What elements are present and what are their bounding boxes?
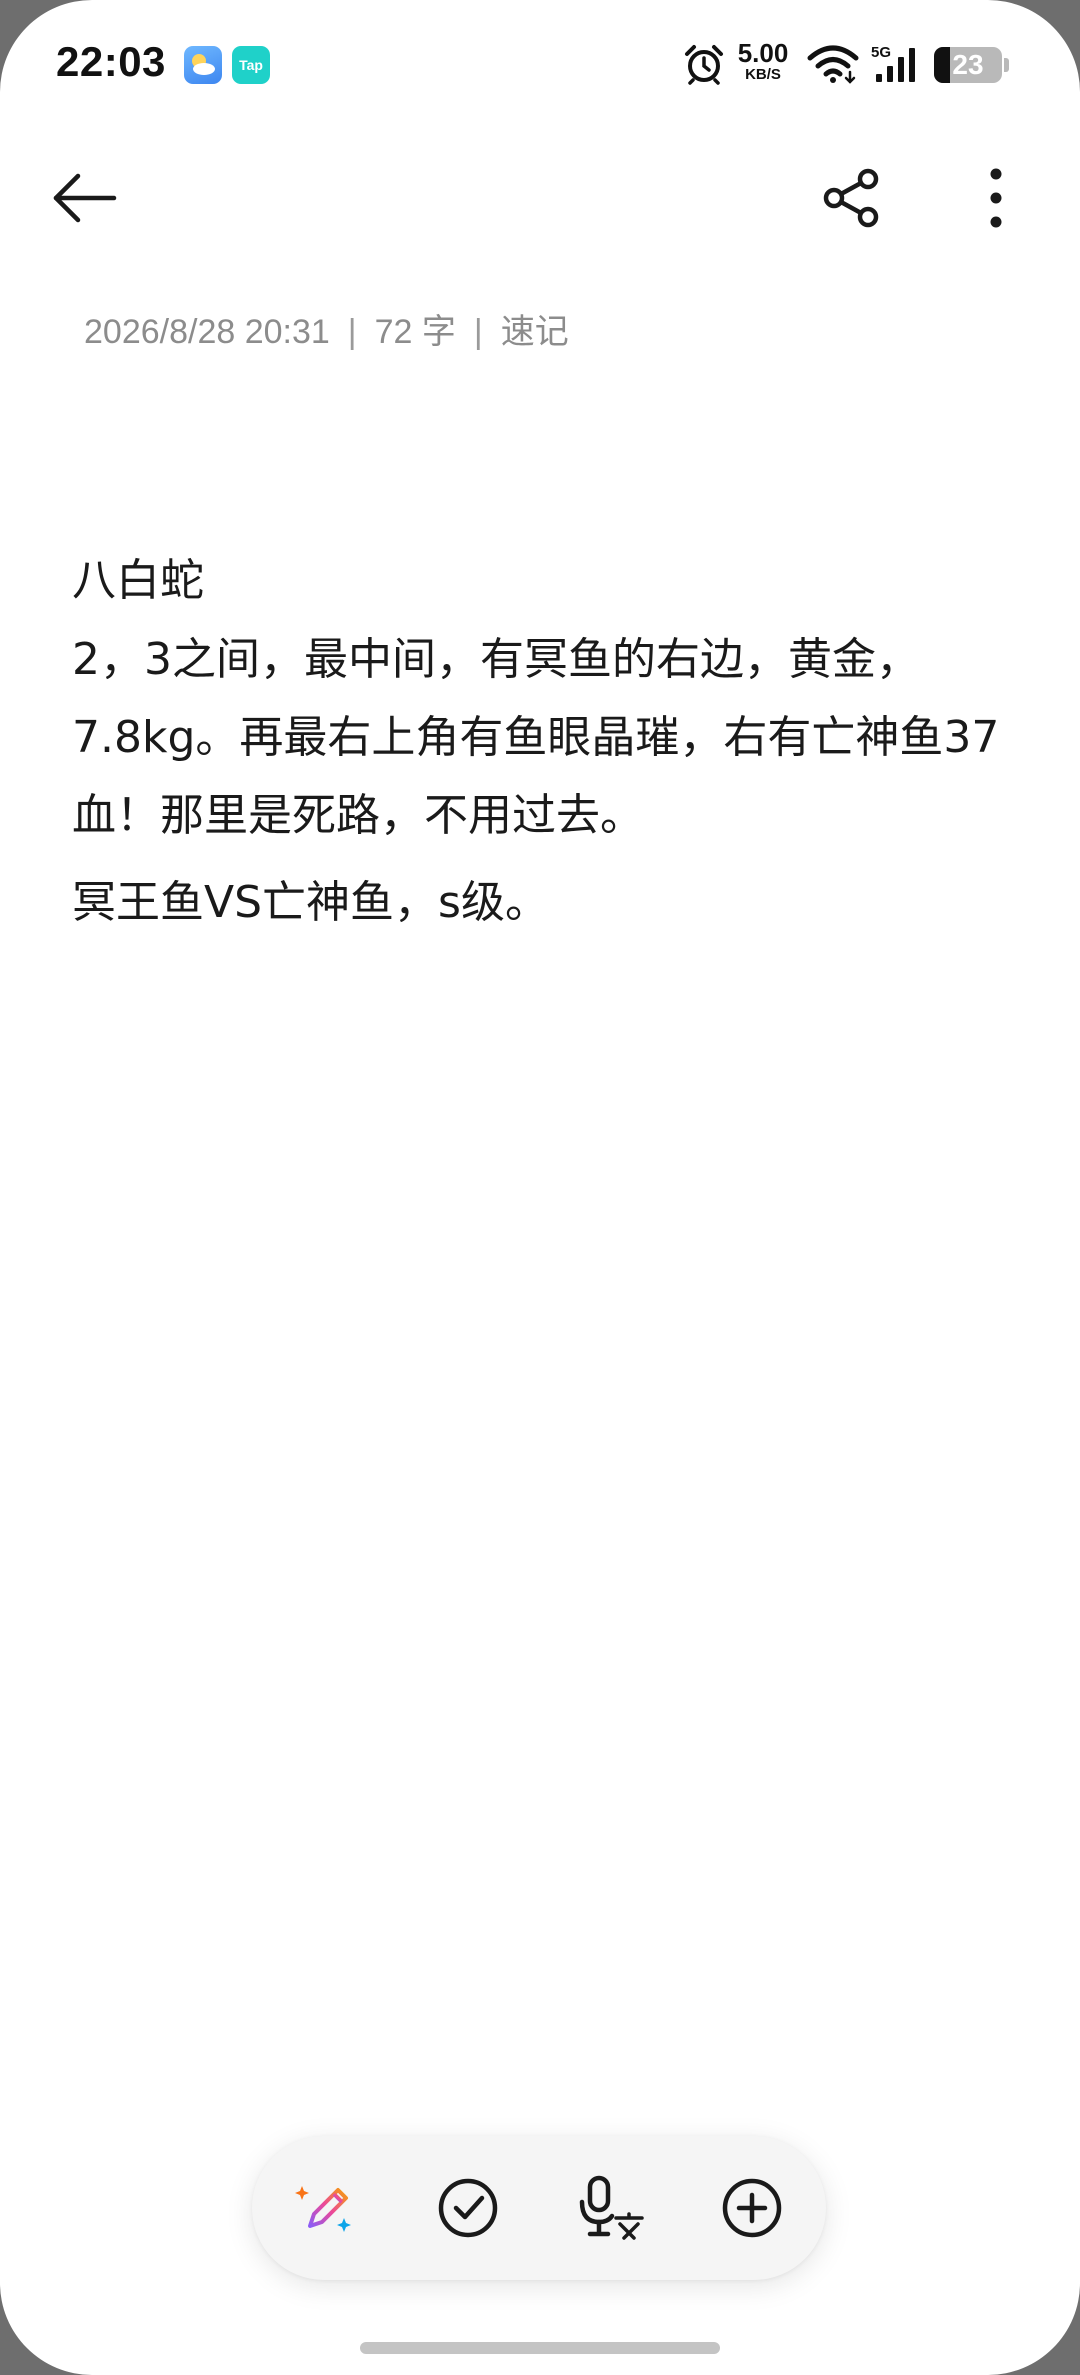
- note-editor[interactable]: 八白蛇 2，3之间，最中间，有冥鱼的右边，黄金，7.8kg。再最右上角有鱼眼晶璀…: [72, 545, 1012, 939]
- editor-toolbar: [252, 2136, 826, 2280]
- check-circle-icon: [438, 2178, 498, 2238]
- mic-translate-icon: [579, 2175, 644, 2240]
- note-paragraph[interactable]: 2，3之间，最中间，有冥鱼的右边，黄金，7.8kg。再最右上角有鱼眼晶璀，右有亡…: [72, 621, 1012, 855]
- tap-app-icon: Tap: [232, 46, 270, 84]
- plus-circle-icon: [722, 2178, 782, 2238]
- note-category[interactable]: 速记: [501, 313, 569, 351]
- home-indicator[interactable]: [360, 2342, 720, 2354]
- more-options-button[interactable]: [948, 150, 1044, 246]
- note-paragraph[interactable]: 冥王鱼VS亡神鱼，s级。: [72, 867, 1012, 939]
- note-word-count: 72 字: [374, 313, 456, 351]
- back-button[interactable]: [36, 150, 132, 246]
- voice-input-button[interactable]: [562, 2158, 662, 2258]
- more-vertical-icon: [990, 168, 1002, 228]
- note-title[interactable]: 八白蛇: [72, 545, 1012, 617]
- share-button[interactable]: [804, 150, 900, 246]
- network-speed-unit: KB/S: [745, 66, 781, 83]
- battery-cap: [1004, 58, 1009, 72]
- share-icon: [823, 168, 879, 228]
- add-button[interactable]: [702, 2158, 802, 2258]
- meta-separator: |: [473, 313, 483, 351]
- network-speed-value: 5.00: [737, 38, 789, 68]
- ai-pen-icon: [295, 2186, 351, 2232]
- signal-icon: [876, 48, 915, 82]
- battery-indicator: 23: [934, 47, 1002, 83]
- status-time: 22:03: [56, 38, 166, 85]
- note-meta: 2026/8/28 20:31 | 72 字 | 速记: [84, 304, 569, 353]
- tap-app-label: Tap: [239, 57, 263, 73]
- ai-write-button[interactable]: [276, 2158, 376, 2258]
- network-speed: 5.00 KB/S: [732, 40, 794, 82]
- status-bar: 22:03 Tap 5.00 KB/S 5G 23: [0, 0, 1080, 130]
- meta-separator: |: [347, 313, 357, 351]
- battery-level: 23: [952, 49, 984, 80]
- checklist-button[interactable]: [418, 2158, 518, 2258]
- note-screen: 22:03 Tap 5.00 KB/S 5G 23 2026/8/28 20:3…: [0, 0, 1080, 2375]
- wifi-icon: [807, 45, 859, 84]
- note-datetime: 2026/8/28 20:31: [84, 313, 330, 351]
- arrow-left-icon: [53, 173, 117, 223]
- alarm-icon: [685, 45, 723, 85]
- weather-app-icon: [184, 46, 222, 84]
